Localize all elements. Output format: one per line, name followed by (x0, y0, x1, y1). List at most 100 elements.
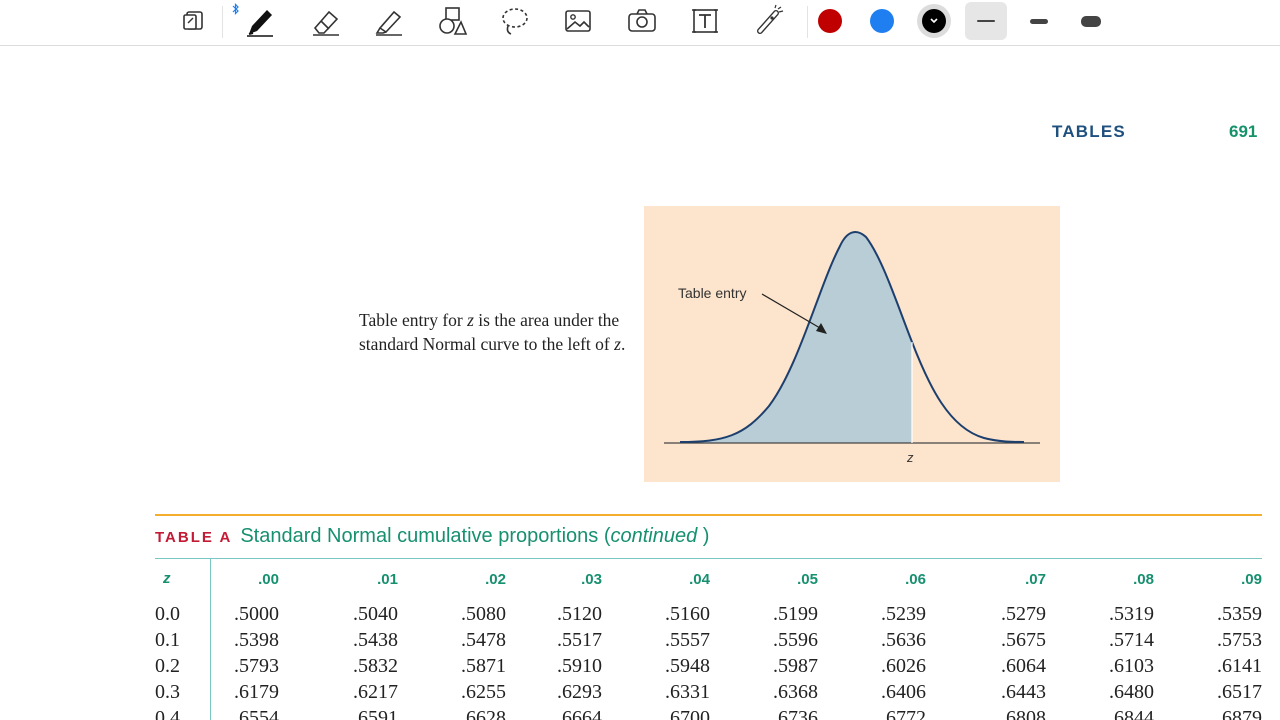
table-cell: .6179 (234, 681, 279, 703)
toolbar (0, 0, 1280, 46)
table-cell: .5910 (557, 655, 602, 677)
table-cell: .6331 (665, 681, 710, 703)
column-header: .04 (689, 571, 710, 588)
table-cell: .5636 (881, 629, 926, 651)
normal-curve-figure: Table entry z (644, 206, 1060, 482)
column-header: .05 (797, 571, 818, 588)
eraser-icon[interactable] (306, 3, 346, 39)
table-cell: .6064 (1001, 655, 1046, 677)
table-top-rule (155, 514, 1262, 516)
lasso-icon[interactable] (495, 3, 535, 39)
row-z-value: 0.3 (155, 681, 180, 703)
table-cell: .5120 (557, 603, 602, 625)
table-cell: .5000 (234, 603, 279, 625)
table-cell: .5160 (665, 603, 710, 625)
table-cell: .6141 (1217, 655, 1262, 677)
z-axis-label: z (906, 450, 914, 465)
entry-arrow (761, 293, 821, 329)
table-cell: .6628 (461, 707, 506, 720)
running-title: TABLES (1052, 122, 1126, 141)
column-header: .03 (581, 571, 602, 588)
column-header: .08 (1133, 571, 1154, 588)
shapes-icon[interactable] (432, 3, 472, 39)
table-title: TABLE A Standard Normal cumulative propor… (155, 525, 709, 548)
table-row: 0.2 .5793 .5832 .5871 .5910 .5948 .5987 .6026 .6… (0, 655, 1280, 681)
table-cell: .6879 (1217, 707, 1262, 720)
table-cell: .5871 (461, 655, 506, 677)
pen-icon[interactable] (240, 3, 280, 39)
table-cell: .5557 (665, 629, 710, 651)
table-cell: .6217 (353, 681, 398, 703)
column-header: .01 (377, 571, 398, 588)
row-z-value: 0.1 (155, 629, 180, 651)
table-cell: .6443 (1001, 681, 1046, 703)
table-cell: .5319 (1109, 603, 1154, 625)
column-header: .00 (258, 571, 279, 588)
toolbar-divider (807, 6, 808, 38)
row-z-value: 0.2 (155, 655, 180, 677)
table-cell: .5675 (1001, 629, 1046, 651)
table-cell: .6103 (1109, 655, 1154, 677)
table-row: 0.3 .6179 .6217 .6255 .6293 .6331 .6368 .6406 .6… (0, 681, 1280, 707)
table-cell: .6736 (773, 707, 818, 720)
column-header: .02 (485, 571, 506, 588)
column-header: .09 (1241, 571, 1262, 588)
figure-caption: Table entry for z is the area under the … (359, 310, 626, 354)
row-z-value: 0.4 (155, 707, 180, 720)
table-cell: .5948 (665, 655, 710, 677)
column-header: .06 (905, 571, 926, 588)
laser-pointer-icon[interactable] (749, 3, 789, 39)
color-blue-swatch[interactable] (870, 9, 894, 33)
table-cell: .6554 (234, 707, 279, 720)
table-cell: .5832 (353, 655, 398, 677)
table-cell: .6517 (1217, 681, 1262, 703)
camera-icon[interactable] (622, 3, 662, 39)
shaded-area (680, 231, 912, 443)
table-cell: .5359 (1217, 603, 1262, 625)
table-cell: .5398 (234, 629, 279, 651)
table-cell: .6591 (353, 707, 398, 720)
table-cell: .6406 (881, 681, 926, 703)
table-cell: .5438 (353, 629, 398, 651)
column-header: .07 (1025, 571, 1046, 588)
table-cell: .6700 (665, 707, 710, 720)
table-cell: .5478 (461, 629, 506, 651)
toolbar-divider (222, 6, 223, 38)
table-cell: .6255 (461, 681, 506, 703)
table-cell: .5040 (353, 603, 398, 625)
table-cell: .5793 (234, 655, 279, 677)
table-cell: .5199 (773, 603, 818, 625)
table-entry-label: Table entry (678, 285, 746, 301)
z-column-header: z (163, 570, 171, 587)
table-cell: .6844 (1109, 707, 1154, 720)
chevron-down-icon (922, 9, 946, 33)
table-cell: .6026 (881, 655, 926, 677)
table-name: Standard Normal cumulative proportions (… (240, 525, 710, 547)
pages-icon[interactable] (173, 3, 213, 39)
table-cell: .6772 (881, 707, 926, 720)
table-cell: .6480 (1109, 681, 1154, 703)
color-red-swatch[interactable] (818, 9, 842, 33)
table-cell: .5080 (461, 603, 506, 625)
page-number: 691 (1229, 122, 1258, 141)
text-icon[interactable] (685, 3, 725, 39)
table-cell: .6368 (773, 681, 818, 703)
table-row: 0.1 .5398 .5438 .5478 .5517 .5557 .5596 .5636 .5… (0, 629, 1280, 655)
table-cell: .6808 (1001, 707, 1046, 720)
stroke-medium-option[interactable] (1018, 2, 1060, 40)
stroke-thin-option[interactable] (965, 2, 1007, 40)
table-tag: TABLE A (155, 529, 233, 546)
stroke-thick-option[interactable] (1070, 2, 1112, 40)
table-row: 0.4 .6554 .6591 .6628 .6664 .6700 .6736 .6772 .6… (0, 707, 1280, 720)
color-black-swatch-selected[interactable] (917, 4, 951, 38)
table-cell: .5753 (1217, 629, 1262, 651)
table-cell: .6664 (557, 707, 602, 720)
normal-curve-svg: Table entry z (664, 231, 1040, 465)
highlighter-icon[interactable] (369, 3, 409, 39)
table-cell: .5714 (1109, 629, 1154, 651)
table-cell: .5987 (773, 655, 818, 677)
table-header-rule (155, 558, 1262, 559)
table-row: 0.0 .5000 .5040 .5080 .5120 .5160 .5199 .5239 .5… (0, 603, 1280, 629)
table-cell: .5596 (773, 629, 818, 651)
image-icon[interactable] (558, 3, 598, 39)
